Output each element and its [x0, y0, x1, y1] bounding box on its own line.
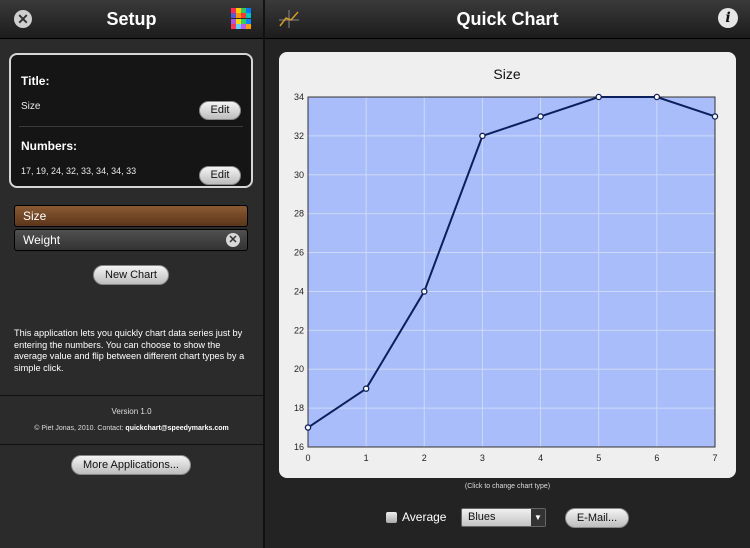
numbers-label: Numbers: [21, 139, 78, 153]
y-tick-label: 20 [294, 364, 304, 374]
data-point [421, 288, 428, 295]
data-point [595, 93, 602, 101]
x-tick-label: 7 [712, 453, 717, 463]
color-scheme-select[interactable]: Blues ▼ [461, 508, 546, 527]
card-divider [19, 126, 243, 127]
chart-settings-card: Title: Size Edit Numbers: 17, 19, 24, 32… [9, 53, 253, 188]
new-chart-button[interactable]: New Chart [93, 265, 169, 285]
setup-toolbar: ✕ Setup [0, 0, 263, 39]
version-text: Version 1.0 [111, 407, 152, 416]
app-title: Quick Chart [456, 9, 559, 29]
edit-numbers-button[interactable]: Edit [199, 166, 241, 185]
chart-toolbar: Quick Chart i [265, 0, 750, 39]
series-item-weight[interactable]: Weight ✕ [14, 229, 248, 251]
section-divider [0, 444, 263, 445]
chevron-down-icon: ▼ [531, 509, 545, 526]
email-button[interactable]: E-Mail... [565, 508, 629, 528]
palette-swatch [246, 18, 251, 24]
x-tick-label: 3 [480, 453, 485, 463]
series-item-label: Size [23, 209, 47, 223]
series-item-size[interactable]: Size [14, 205, 248, 227]
palette-swatch [246, 8, 251, 13]
delete-icon[interactable]: ✕ [226, 233, 240, 247]
x-tick-label: 6 [654, 453, 659, 463]
y-tick-label: 28 [294, 209, 304, 219]
average-checkbox[interactable] [386, 512, 397, 523]
data-point [653, 93, 661, 101]
title-value: Size [21, 101, 41, 112]
setup-title: Setup [106, 9, 157, 29]
x-tick-label: 4 [538, 453, 543, 463]
line-chart[interactable]: Size 161820222426283032340 1 2 3 4 5 6 7 [279, 52, 736, 478]
chart-type-hint: (Click to change chart type) [464, 483, 551, 490]
y-tick-label: 26 [294, 248, 304, 258]
data-point [537, 113, 544, 120]
app-description: This application lets you quickly chart … [14, 328, 245, 373]
y-tick-label: 22 [294, 325, 304, 335]
y-tick-label: 18 [294, 403, 304, 413]
palette-swatch [246, 13, 251, 19]
average-label: Average [402, 510, 447, 524]
contact-text: © Piet Jonas, 2010. Contact: quickchart@… [0, 425, 263, 432]
edit-title-button[interactable]: Edit [199, 101, 241, 120]
x-tick-label: 1 [364, 453, 369, 463]
y-tick-label: 34 [294, 92, 304, 102]
contact-prefix: © Piet Jonas, 2010. Contact: [34, 425, 124, 432]
x-tick-label: 2 [422, 453, 427, 463]
data-point [304, 424, 312, 431]
y-tick-label: 32 [294, 131, 304, 141]
color-palette-icon[interactable] [231, 8, 252, 29]
data-point [711, 113, 719, 120]
plot-area [307, 96, 716, 448]
section-divider [0, 395, 263, 396]
palette-swatch [246, 23, 251, 29]
x-tick-label: 0 [305, 453, 310, 463]
x-tick-label: 5 [596, 453, 601, 463]
y-tick-label: 16 [294, 442, 304, 452]
more-applications-button[interactable]: More Applications... [71, 455, 191, 475]
y-tick-label: 24 [294, 286, 304, 296]
chart-container[interactable]: Size 16 18 20 22 24 26 28 30 32 34 0 1 2 3 4 5 6 7 [279, 52, 736, 478]
title-label: Title: [21, 74, 50, 88]
y-tick-label: 30 [294, 170, 304, 180]
panel-divider [263, 0, 265, 548]
info-icon[interactable]: i [718, 8, 738, 28]
color-scheme-value: Blues [468, 511, 496, 523]
contact-email-link[interactable]: quickchart@speedymarks.com [125, 425, 228, 432]
chart-title: Size [493, 66, 520, 82]
data-point [479, 132, 486, 140]
numbers-value: 17, 19, 24, 32, 33, 34, 34, 33 [21, 166, 137, 176]
series-item-label: Weight [23, 233, 61, 247]
data-point [362, 385, 370, 392]
